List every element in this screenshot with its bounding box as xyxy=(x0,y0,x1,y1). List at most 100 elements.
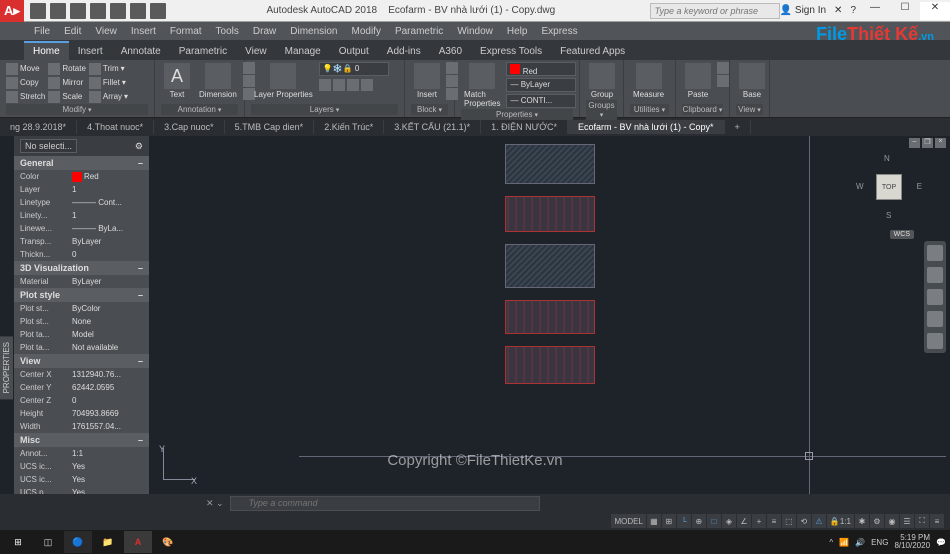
insert-block-button[interactable]: Insert xyxy=(411,62,443,104)
mirror-button[interactable]: Mirror xyxy=(48,76,86,89)
status-workspace-icon[interactable]: ⚙ xyxy=(870,514,884,528)
layer-tool2-icon[interactable] xyxy=(333,79,345,91)
doc-tab[interactable]: 1. ĐIỆN NƯỚC* xyxy=(481,120,568,134)
tray-volume-icon[interactable]: 🔊 xyxy=(855,538,865,547)
maximize-button[interactable]: ☐ xyxy=(890,2,920,20)
qat-save-icon[interactable] xyxy=(70,3,86,19)
doc-tab[interactable]: 2.Kiến Trúc* xyxy=(314,120,384,134)
property-row[interactable]: MaterialByLayer xyxy=(14,275,149,288)
status-ortho-icon[interactable]: └ xyxy=(677,514,691,528)
section-general[interactable]: General– xyxy=(14,156,149,170)
wcs-indicator[interactable]: WCS xyxy=(890,230,914,239)
stretch-button[interactable]: Stretch xyxy=(6,90,45,103)
property-row[interactable]: Plot ta...Not available xyxy=(14,341,149,354)
property-row[interactable]: Linetype——— Cont... xyxy=(14,196,149,209)
viewcube-face[interactable]: TOP xyxy=(876,174,902,200)
status-dyninput-icon[interactable]: + xyxy=(752,514,766,528)
taskbar-chrome-icon[interactable]: 🔵 xyxy=(64,531,92,553)
tray-notifications-icon[interactable]: 💬 xyxy=(936,538,946,547)
menu-window[interactable]: Window xyxy=(451,24,499,39)
tray-chevron-icon[interactable]: ^ xyxy=(829,538,833,547)
linetype-combo[interactable]: — CONTI... xyxy=(506,94,576,108)
property-row[interactable]: Plot ta...Model xyxy=(14,328,149,341)
status-annoscale-icon[interactable]: ✱ xyxy=(855,514,869,528)
tray-time[interactable]: 5:19 PM xyxy=(894,534,930,542)
layer-tool3-icon[interactable] xyxy=(347,79,359,91)
text-button[interactable]: AText xyxy=(161,62,193,104)
status-annomonitor-icon[interactable]: ⚠ xyxy=(812,514,826,528)
tray-language[interactable]: ENG xyxy=(871,538,888,547)
doc-tab-new[interactable]: + xyxy=(725,120,751,134)
measure-button[interactable]: Measure xyxy=(630,62,667,104)
layer-properties-button[interactable]: Layer Properties xyxy=(251,62,316,104)
menu-insert[interactable]: Insert xyxy=(125,24,162,39)
color-combo[interactable]: Red xyxy=(506,62,576,76)
lineweight-combo[interactable]: — ByLayer xyxy=(506,78,576,92)
taskbar-explorer-icon[interactable]: 📁 xyxy=(94,531,122,553)
tab-a360[interactable]: A360 xyxy=(430,43,471,60)
selection-combo[interactable]: No selecti... xyxy=(20,139,77,153)
status-isolate-icon[interactable]: ☰ xyxy=(900,514,914,528)
property-row[interactable]: Plot st...None xyxy=(14,315,149,328)
fillet-button[interactable]: Fillet ▾ xyxy=(89,76,128,89)
panel-layers-title[interactable]: Layers xyxy=(251,104,398,115)
taskbar-autocad-icon[interactable]: A xyxy=(124,531,152,553)
property-row[interactable]: Linety...1 xyxy=(14,209,149,222)
nav-pan-icon[interactable] xyxy=(927,267,943,283)
signin-button[interactable]: 👤 Sign In xyxy=(780,5,826,16)
nav-orbit-icon[interactable] xyxy=(927,311,943,327)
status-snap-icon[interactable]: ⊞ xyxy=(662,514,676,528)
nav-showmotion-icon[interactable] xyxy=(927,333,943,349)
panel-properties-title[interactable]: Properties xyxy=(461,109,573,120)
trim-button[interactable]: Trim ▾ xyxy=(89,62,128,75)
status-otrack-icon[interactable]: ∠ xyxy=(737,514,751,528)
menu-format[interactable]: Format xyxy=(164,24,208,39)
menu-draw[interactable]: Draw xyxy=(247,24,282,39)
panel-block-title[interactable]: Block xyxy=(411,104,448,115)
property-row[interactable]: Annot...1:1 xyxy=(14,447,149,460)
base-view-button[interactable]: Base xyxy=(736,62,768,104)
quickselect-icon[interactable]: ⚙ xyxy=(135,141,143,152)
section-view[interactable]: View– xyxy=(14,354,149,368)
status-cycling-icon[interactable]: ⟲ xyxy=(797,514,811,528)
property-row[interactable]: UCS ic...Yes xyxy=(14,473,149,486)
status-lineweight-icon[interactable]: ≡ xyxy=(767,514,781,528)
minimize-button[interactable]: — xyxy=(860,2,890,20)
status-grid-icon[interactable]: ▦ xyxy=(647,514,661,528)
section-plot[interactable]: Plot style– xyxy=(14,288,149,302)
tab-manage[interactable]: Manage xyxy=(276,43,330,60)
rotate-button[interactable]: Rotate xyxy=(48,62,86,75)
app-logo[interactable]: A▸ xyxy=(0,0,24,22)
menu-modify[interactable]: Modify xyxy=(346,24,387,39)
nav-zoom-icon[interactable] xyxy=(927,289,943,305)
drawing-canvas[interactable]: – ❐ × N S W E TOP WCS Y xyxy=(149,136,950,494)
exchange-icon[interactable]: ✕ xyxy=(834,5,842,16)
tab-addins[interactable]: Add-ins xyxy=(378,43,430,60)
property-row[interactable]: Plot st...ByColor xyxy=(14,302,149,315)
qat-undo-icon[interactable] xyxy=(130,3,146,19)
layer-combo[interactable]: 💡❄️🔒 0 xyxy=(319,62,389,76)
tray-date[interactable]: 8/10/2020 xyxy=(894,542,930,550)
start-button[interactable]: ⊞ xyxy=(4,531,32,553)
status-3dosnap-icon[interactable]: ◈ xyxy=(722,514,736,528)
menu-view[interactable]: View xyxy=(89,24,123,39)
close-button[interactable]: ✕ xyxy=(920,2,950,20)
viewcube-w[interactable]: W xyxy=(856,182,864,191)
cmdline-close-icon[interactable]: ✕ ⌄ xyxy=(200,498,230,509)
tab-view[interactable]: View xyxy=(236,43,276,60)
property-row[interactable]: Center Y62442.0595 xyxy=(14,381,149,394)
scale-button[interactable]: Scale xyxy=(48,90,86,103)
viewcube-s[interactable]: S xyxy=(886,211,891,220)
panel-annotation-title[interactable]: Annotation xyxy=(161,104,238,115)
drawing-close-button[interactable]: × xyxy=(935,138,946,148)
viewcube-e[interactable]: E xyxy=(917,182,922,191)
property-row[interactable]: Width1761557.04... xyxy=(14,420,149,433)
taskbar-paint-icon[interactable]: 🎨 xyxy=(154,531,182,553)
qat-new-icon[interactable] xyxy=(30,3,46,19)
array-button[interactable]: Array ▾ xyxy=(89,90,128,103)
help-icon[interactable]: ? xyxy=(850,5,856,16)
property-row[interactable]: Transp...ByLayer xyxy=(14,235,149,248)
property-row[interactable]: UCS ic...Yes xyxy=(14,460,149,473)
qat-redo-icon[interactable] xyxy=(150,3,166,19)
panel-view-title[interactable]: View xyxy=(736,104,763,115)
